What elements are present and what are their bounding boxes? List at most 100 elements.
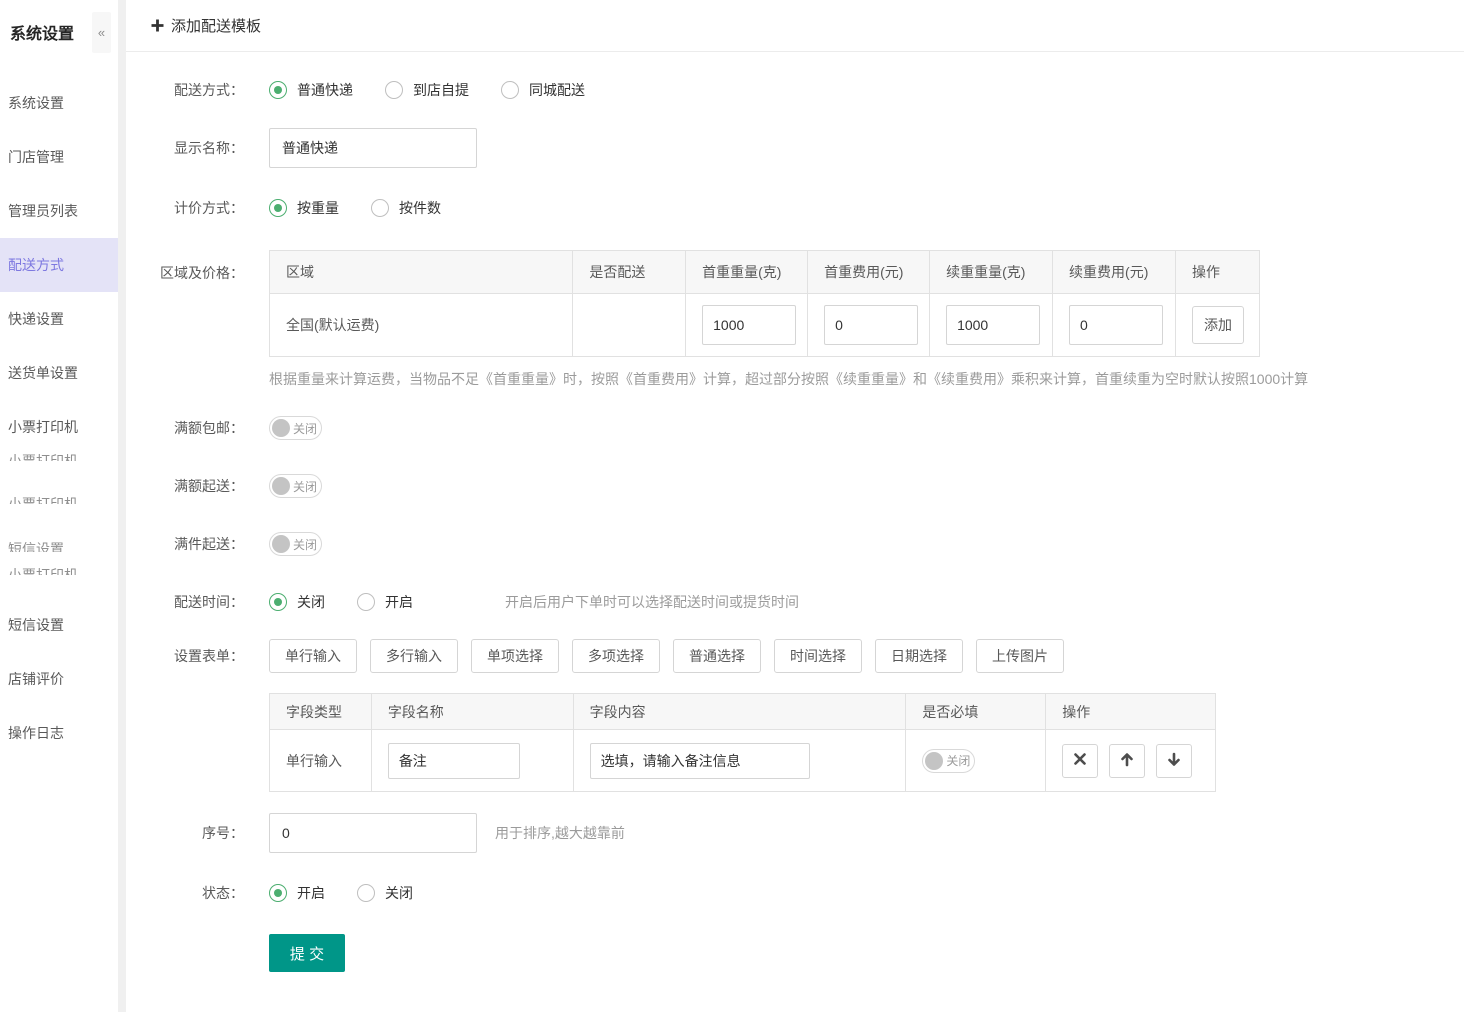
radio-option-express[interactable]: 普通快递 [269, 80, 353, 100]
multi-select-button[interactable]: 多项选择 [572, 639, 660, 673]
radio-option-by-pieces[interactable]: 按件数 [371, 198, 441, 218]
region-price-row: 区域及价格： 区域 是否配送 首重重量(克) 首重费用(元) 续重重量(克) 续… [126, 250, 1464, 389]
pricing-method-label: 计价方式： [174, 200, 244, 216]
min-amount-toggle[interactable]: 关闭 [269, 474, 322, 498]
sidebar-item-express-settings[interactable]: 快递设置 [0, 292, 118, 346]
multi-line-input-button[interactable]: 多行输入 [370, 639, 458, 673]
arrow-up-icon [1120, 752, 1134, 770]
toggle-knob [272, 419, 290, 437]
col-action: 操作 [1175, 250, 1260, 294]
delivery-time-label: 配送时间： [174, 594, 244, 610]
main-content: 添加配送模板 配送方式： 普通快递 到店自提 同城配送 显示名称： 普通快递 计… [126, 0, 1464, 1012]
toggle-knob [925, 751, 944, 770]
region-price-table: 区域 是否配送 首重重量(克) 首重费用(元) 续重重量(克) 续重费用(元) … [268, 250, 1260, 357]
radio-unchecked-icon[interactable] [385, 81, 403, 99]
sidebar-item-sms-settings[interactable]: 短信设置 [0, 598, 118, 652]
date-select-button[interactable]: 日期选择 [875, 639, 963, 673]
sidebar-item-delivery-method[interactable]: 配送方式 [0, 238, 118, 292]
next-weight-input[interactable] [946, 305, 1041, 345]
radio-option-by-weight[interactable]: 按重量 [269, 198, 339, 218]
sidebar-item-shop-review[interactable]: 店铺评价 [0, 652, 118, 706]
radio-option-time-off[interactable]: 关闭 [269, 592, 325, 612]
min-pieces-label: 满件起送： [174, 536, 244, 552]
sidebar-item-receipt-printer[interactable]: 小票打印机 [0, 400, 118, 454]
sidebar-nav: 系统设置 门店管理 管理员列表 配送方式 快递设置 送货单设置 小票打印机 小票… [0, 64, 118, 760]
delivery-method-row: 配送方式： 普通快递 到店自提 同城配送 [126, 72, 1464, 108]
col-first-fee: 首重费用(元) [807, 250, 931, 294]
page: 系统设置 « 系统设置 门店管理 管理员列表 配送方式 快递设置 送货单设置 小… [0, 0, 1464, 1012]
field-content-input[interactable] [589, 742, 810, 779]
sidebar-item-clipped-1: 小票打印机 [0, 454, 118, 461]
col-field-type: 字段类型 [269, 693, 372, 730]
arrow-down-icon [1167, 752, 1181, 770]
radio-unchecked-icon[interactable] [371, 199, 389, 217]
delivery-time-row: 配送时间： 关闭 开启 开启后用户下单时可以选择配送时间或提货时间 [126, 590, 1464, 614]
radio-unchecked-icon[interactable] [357, 593, 375, 611]
status-radio-group: 开启 关闭 [269, 883, 445, 903]
time-select-button[interactable]: 时间选择 [774, 639, 862, 673]
col-field-name: 字段名称 [370, 693, 574, 730]
radio-checked-icon[interactable] [269, 199, 287, 217]
status-label: 状态： [202, 885, 244, 901]
move-up-button[interactable] [1109, 743, 1146, 778]
col-next-fee: 续重费用(元) [1052, 250, 1177, 294]
plus-icon [151, 19, 164, 32]
free-shipping-label: 满额包邮： [174, 420, 244, 436]
radio-option-status-on[interactable]: 开启 [269, 883, 325, 903]
radio-checked-icon[interactable] [269, 884, 287, 902]
status-row: 状态： 开启 关闭 [126, 881, 1464, 905]
col-next-weight: 续重重量(克) [929, 250, 1054, 294]
col-required: 是否必填 [905, 693, 1047, 730]
display-name-input[interactable] [269, 128, 477, 168]
sidebar-item-clipped-3: 短信设置 [8, 542, 64, 552]
normal-select-button[interactable]: 普通选择 [673, 639, 761, 673]
sidebar-item-admin-list[interactable]: 管理员列表 [0, 184, 118, 238]
table-header-row: 字段类型 字段名称 字段内容 是否必填 操作 [269, 693, 1216, 730]
pricing-method-row: 计价方式： 按重量 按件数 [126, 190, 1464, 226]
sidebar-item-system-settings[interactable]: 系统设置 [0, 76, 118, 130]
radio-option-status-off[interactable]: 关闭 [357, 883, 413, 903]
region-price-label: 区域及价格： [160, 265, 244, 281]
page-title: 添加配送模板 [171, 18, 262, 35]
submit-button[interactable]: 提 交 [269, 934, 345, 972]
sort-hint: 用于排序,越大越靠前 [495, 825, 625, 841]
radio-option-time-on[interactable]: 开启 [357, 592, 413, 612]
first-weight-input[interactable] [702, 305, 797, 345]
table-row: 单行输入 关闭 [269, 729, 1216, 792]
add-region-button[interactable]: 添加 [1192, 306, 1245, 344]
move-down-button[interactable] [1156, 743, 1193, 778]
single-line-input-button[interactable]: 单行输入 [269, 639, 357, 673]
delivery-time-hint: 开启后用户下单时可以选择配送时间或提货时间 [505, 594, 799, 610]
fields-table: 字段类型 字段名称 字段内容 是否必填 操作 单行输入 备注 选填，请输入备注信… [269, 693, 1216, 792]
next-fee-input[interactable] [1069, 305, 1164, 345]
radio-checked-icon[interactable] [269, 593, 287, 611]
col-operations: 操作 [1045, 693, 1216, 730]
sort-row: 序号： 用于排序,越大越靠前 [126, 813, 1464, 853]
sidebar-item-delivery-note-settings[interactable]: 送货单设置 [0, 346, 118, 400]
radio-unchecked-icon[interactable] [501, 81, 519, 99]
deliverable-cell [572, 293, 687, 357]
delivery-template-form: 配送方式： 普通快递 到店自提 同城配送 显示名称： 普通快递 计价方式： 按重… [126, 72, 1464, 972]
radio-checked-icon[interactable] [269, 81, 287, 99]
col-field-content: 字段内容 [572, 693, 907, 730]
radio-unchecked-icon[interactable] [357, 884, 375, 902]
first-fee-input[interactable] [824, 305, 919, 345]
min-amount-row: 满额起送： 关闭 [126, 474, 1464, 498]
radio-option-pickup[interactable]: 到店自提 [385, 80, 469, 100]
toggle-knob [272, 477, 290, 495]
free-shipping-row: 满额包邮： 关闭 [126, 416, 1464, 440]
field-name-input[interactable] [387, 742, 520, 779]
region-cell: 全国(默认运费) [268, 293, 574, 357]
sidebar-item-store-management[interactable]: 门店管理 [0, 130, 118, 184]
radio-option-city-delivery[interactable]: 同城配送 [501, 80, 585, 100]
single-select-button[interactable]: 单项选择 [471, 639, 559, 673]
upload-image-button[interactable]: 上传图片 [976, 639, 1064, 673]
free-shipping-toggle[interactable]: 关闭 [269, 416, 322, 440]
sort-input[interactable] [269, 813, 477, 853]
min-pieces-toggle[interactable]: 关闭 [269, 532, 322, 556]
delete-field-button[interactable] [1062, 743, 1099, 778]
collapse-sidebar-button[interactable]: « [92, 12, 111, 53]
field-required-toggle[interactable]: 关闭 [922, 748, 976, 773]
toggle-knob [272, 535, 290, 553]
sidebar-item-operation-log[interactable]: 操作日志 [0, 706, 118, 760]
